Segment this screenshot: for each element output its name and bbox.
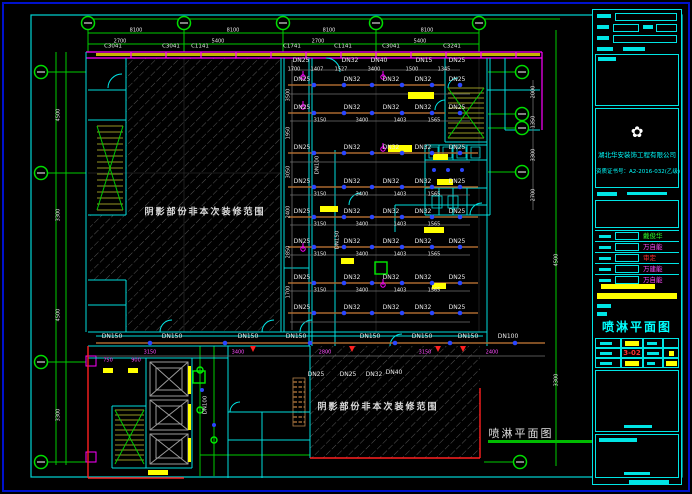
window-band xyxy=(96,53,540,56)
company-box: ✿ 湖北华安装饰工程有限公司 资质证书号：A2-2016-032(乙级) xyxy=(595,108,679,188)
project-highlight2 xyxy=(597,293,677,299)
cert-number: 资质证书号：A2-2016-032(乙级) xyxy=(596,167,678,175)
shaft-hatch xyxy=(293,378,305,426)
approval-row: 万自能 xyxy=(595,241,679,252)
signature: 戴俊华 xyxy=(643,231,663,241)
approval-row: 审定 xyxy=(595,252,679,263)
cad-sheet: 81008100810081002700540027005400C3041C30… xyxy=(0,0,692,494)
drawing-number: 3-02 xyxy=(622,349,642,358)
approval-row: 戴俊华 xyxy=(595,230,679,241)
title-block: ✿ 湖北华安装饰工程有限公司 资质证书号：A2-2016-032(乙级) 戴俊华… xyxy=(592,9,682,485)
signature: 审定 xyxy=(643,253,656,263)
shaded-area-note-bottom: 阴影部份非本次装修范围 xyxy=(317,400,438,413)
shaded-area-note-top: 阴影部份非本次装修范围 xyxy=(144,205,265,218)
approval-row: 万建能 xyxy=(595,263,679,274)
plan-drawing xyxy=(0,0,692,494)
company-logo: ✿ xyxy=(596,123,678,141)
signature: 万自能 xyxy=(643,242,663,252)
signature: 万建能 xyxy=(643,264,663,274)
project-highlight xyxy=(601,284,655,289)
titleblock-drawing-title: 喷淋平面图 xyxy=(593,318,681,335)
company-name: 湖北华安装饰工程有限公司 xyxy=(596,149,678,159)
approval-rows: 戴俊华万自能审定万建能万自能 xyxy=(595,230,679,285)
plan-caption: 喷淋平面图 xyxy=(489,425,554,441)
elevator-shafts xyxy=(150,362,188,464)
